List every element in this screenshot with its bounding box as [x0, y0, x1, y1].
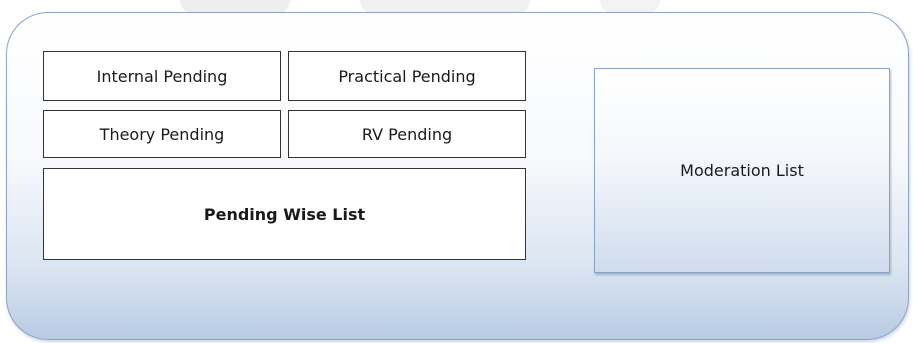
page: Internal Pending Practical Pending Theor…	[0, 0, 913, 343]
internal-pending-label: Internal Pending	[96, 66, 228, 86]
rv-pending-label: RV Pending	[361, 124, 453, 144]
pending-wise-list-label: Pending Wise List	[203, 204, 366, 224]
rv-pending-button[interactable]: RV Pending	[288, 110, 526, 158]
theory-pending-label: Theory Pending	[99, 124, 225, 144]
theory-pending-button[interactable]: Theory Pending	[43, 110, 281, 158]
internal-pending-button[interactable]: Internal Pending	[43, 51, 281, 101]
practical-pending-button[interactable]: Practical Pending	[288, 51, 526, 101]
practical-pending-label: Practical Pending	[338, 66, 476, 86]
moderation-list-button[interactable]: Moderation List	[594, 68, 890, 273]
moderation-list-label: Moderation List	[680, 161, 804, 180]
pending-wise-list-button[interactable]: Pending Wise List	[43, 168, 526, 260]
